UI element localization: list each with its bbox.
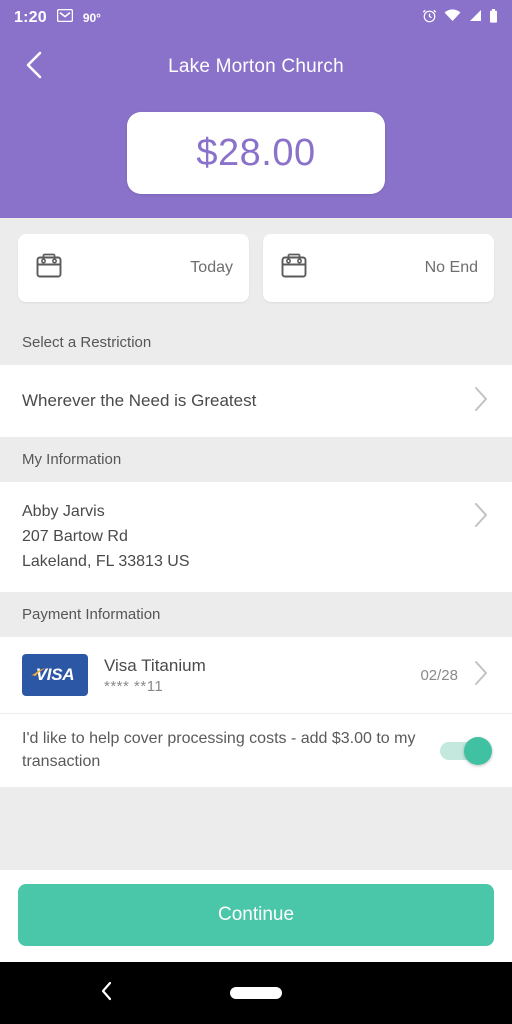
payment-information-section-header: Payment Information [0, 592, 512, 638]
page-title: Lake Morton Church [168, 56, 344, 77]
alarm-icon [422, 8, 437, 28]
calendar-icon [34, 251, 64, 286]
cellular-icon [468, 9, 482, 27]
status-bar: 1:20 90° [0, 0, 512, 36]
customer-city-state-zip: Lakeland, FL 33813 US [22, 552, 190, 570]
system-nav-bar [0, 962, 512, 1024]
card-expiry: 02/28 [420, 666, 458, 684]
amount-card[interactable]: $28.00 [127, 112, 385, 194]
card-number-masked: **** **11 [104, 677, 164, 695]
chevron-right-icon [472, 500, 490, 535]
cover-costs-toggle[interactable] [440, 735, 492, 767]
continue-button[interactable]: Continue [18, 884, 494, 946]
customer-name: Abby Jarvis [22, 503, 105, 520]
donation-checkout-screen: 1:20 90° Lake Morton Church $28.00 Today… [0, 0, 512, 1024]
end-date-label: No End [424, 259, 478, 276]
body-spacer [0, 787, 512, 870]
calendar-icon [279, 251, 309, 286]
restriction-value: Wherever the Need is Greatest [22, 391, 257, 410]
card-details: Visa Titanium **** **11 [104, 656, 206, 695]
footer-bar: Continue [0, 870, 512, 962]
screen-body: Today No End Select a Restriction Wherev… [0, 218, 512, 962]
start-date-label: Today [190, 259, 233, 276]
my-information-section-header: My Information [0, 437, 512, 482]
cover-costs-label: I'd like to help cover processing costs … [22, 730, 416, 770]
toggle-thumb [464, 736, 492, 765]
end-date-card[interactable]: No End [263, 234, 494, 302]
header-nav-row: Lake Morton Church [0, 36, 512, 98]
status-bar-right [422, 8, 498, 28]
wifi-icon [444, 9, 461, 27]
gmail-icon [56, 8, 73, 27]
payment-method-row[interactable]: VISA Visa Titanium **** **11 02/28 [0, 637, 512, 714]
status-temperature: 90° [82, 11, 101, 25]
visa-logo-icon: VISA [22, 654, 88, 697]
status-bar-left: 1:20 90° [14, 8, 101, 27]
nav-back-icon[interactable] [98, 980, 116, 1007]
chevron-right-icon [472, 384, 490, 419]
my-information-row[interactable]: Abby Jarvis 207 Bartow Rd Lakeland, FL 3… [0, 482, 512, 593]
amount-value: $28.00 [196, 131, 316, 174]
restriction-row[interactable]: Wherever the Need is Greatest [0, 365, 512, 437]
chevron-right-icon [472, 658, 490, 693]
nav-home-pill-icon[interactable] [230, 987, 282, 999]
visa-swoosh-icon [31, 663, 46, 677]
battery-icon [489, 8, 498, 28]
card-name: Visa Titanium [104, 655, 206, 675]
schedule-row: Today No End [0, 218, 512, 320]
status-time: 1:20 [14, 9, 47, 26]
app-header: 1:20 90° Lake Morton Church $28.00 [0, 0, 512, 218]
start-date-card[interactable]: Today [18, 234, 249, 302]
restriction-section-header: Select a Restriction [0, 320, 512, 365]
back-chevron-icon [22, 50, 46, 85]
address-block: Abby Jarvis 207 Bartow Rd Lakeland, FL 3… [22, 500, 190, 574]
cover-costs-row[interactable]: I'd like to help cover processing costs … [0, 713, 512, 788]
customer-street: 207 Bartow Rd [22, 527, 128, 545]
back-button[interactable] [14, 47, 54, 87]
